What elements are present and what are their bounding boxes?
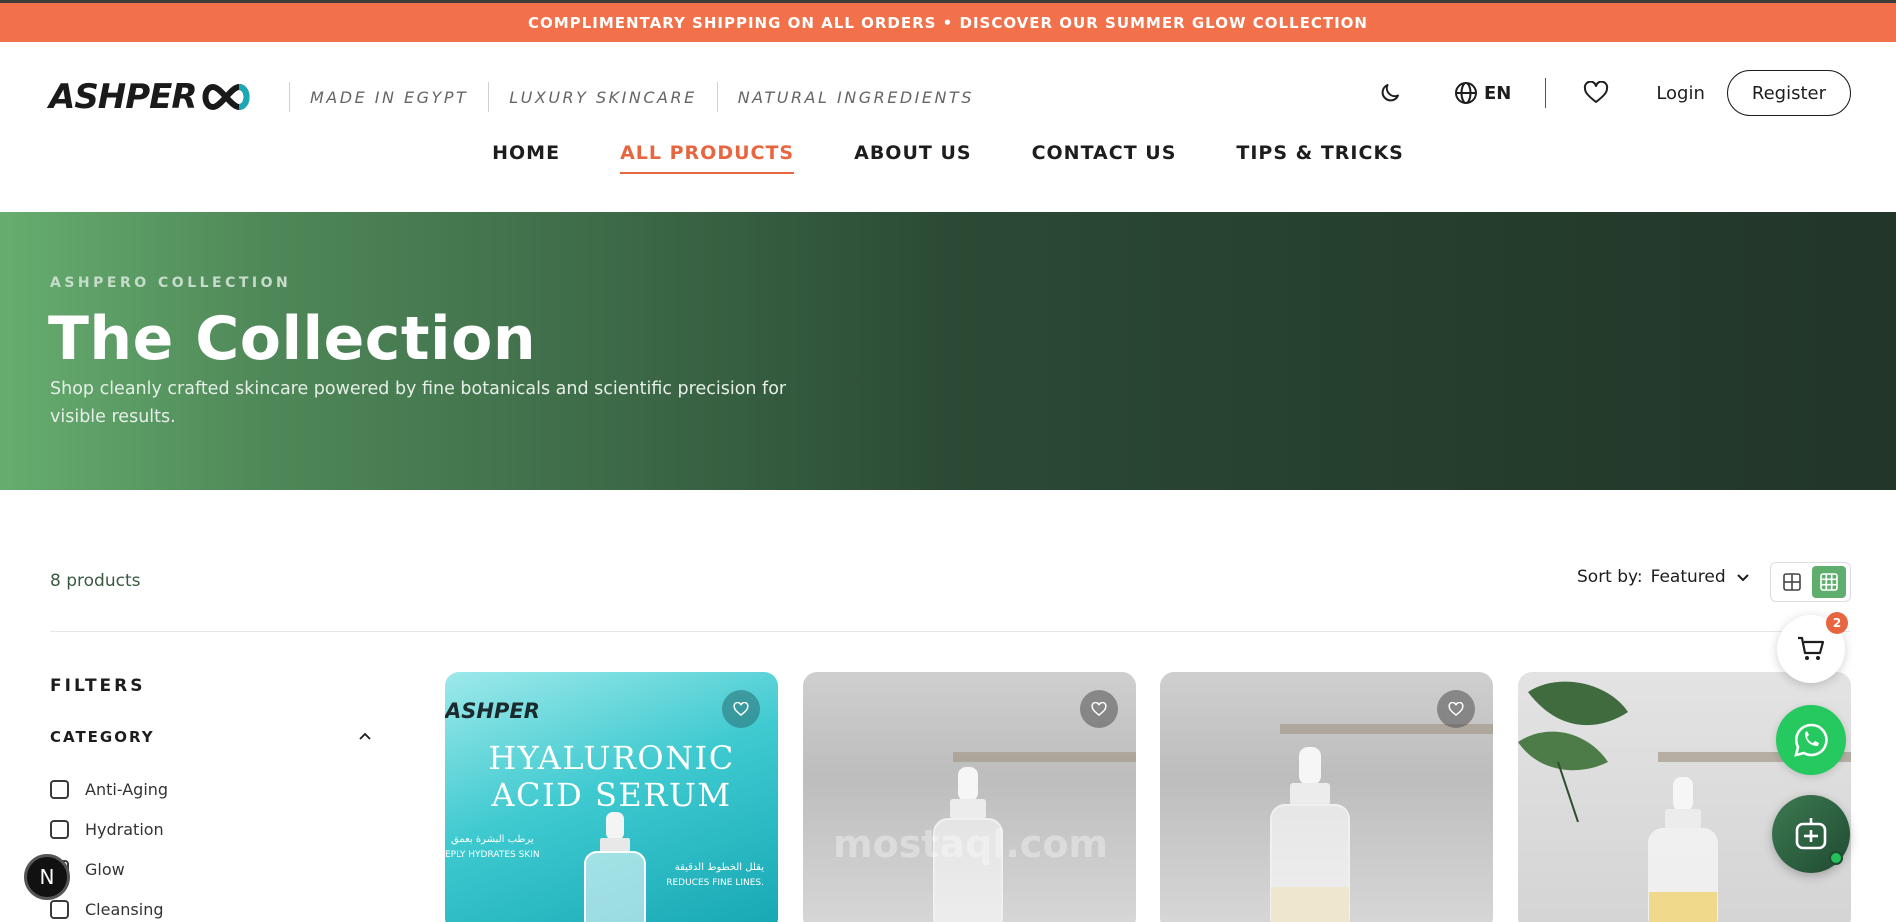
category-filter-hydration[interactable]: Hydration [50,809,168,849]
cart-icon [1798,636,1825,660]
grid-3-icon [1819,573,1838,591]
product-claim-english: EPLY HYDRATES SKIN [445,850,540,860]
watermark: mostaql.com [833,822,1109,866]
category-label: Anti-Aging [85,779,169,799]
sort-dropdown[interactable]: Sort by: Featured [1577,567,1750,587]
grid-2-view-button[interactable] [1775,566,1809,598]
nav-item-tips-tricks[interactable]: TIPS & TRICKS [1236,142,1403,174]
serum-bottle-image [584,812,646,922]
product-card[interactable] [1160,672,1493,922]
announcement-text: COMPLIMENTARY SHIPPING ON ALL ORDERS • D… [528,13,1368,32]
product-title-line: ACID SERUM [491,776,732,814]
category-label: Glow [85,859,125,879]
brand-logo[interactable]: ASHPER [49,72,253,122]
product-image-title: HYALURONIC ACID SERUM [445,740,778,814]
wishlist-toggle[interactable] [1080,690,1118,728]
product-brand-logo: ASHPER [445,699,540,723]
bot-icon [1795,818,1827,850]
nav-item-all-products[interactable]: ALL PRODUCTS [620,142,795,174]
tagline: NATURAL INGREDIENTS [716,82,994,112]
cart-count-badge: 2 [1826,612,1848,634]
register-button[interactable]: Register [1726,70,1851,116]
checkbox[interactable] [50,779,69,799]
heart-icon [733,701,749,716]
serum-bottle-image [1648,777,1718,922]
category-filter-cleansing[interactable]: Cleansing [50,889,168,922]
divider [50,631,1850,632]
taglines: MADE IN EGYPT LUXURY SKINCARE NATURAL IN… [289,78,994,116]
grid-3-view-button[interactable] [1811,566,1846,598]
logo-text: ASHPER [49,77,198,117]
theme-toggle-button[interactable] [1370,73,1410,113]
header-actions: EN Login Register [1370,70,1851,116]
n-badge-button[interactable]: N [24,854,70,900]
view-toggle [1770,562,1851,602]
login-link[interactable]: Login [1656,83,1705,104]
nav-item-about-us[interactable]: ABOUT US [854,142,971,174]
language-label: EN [1483,82,1512,104]
category-title: CATEGORY [50,728,155,746]
category-accordion-header[interactable]: CATEGORY [50,728,372,746]
hero-kicker: ASHPERO COLLECTION [50,275,292,291]
sort-value: Featured [1650,567,1726,587]
infinity-logo-icon [202,83,250,111]
serum-bottle-image [1270,747,1350,922]
divider [1545,78,1547,108]
product-card[interactable]: mostaql.com [803,672,1136,922]
wishlist-toggle[interactable] [1437,690,1475,728]
tagline: LUXURY SKINCARE [488,82,716,112]
announcement-bar: COMPLIMENTARY SHIPPING ON ALL ORDERS • D… [0,0,1896,42]
wishlist-toggle[interactable] [722,690,760,728]
product-claim-arabic: يرطب البشرة بعمق [451,834,534,845]
chevron-down-icon [1736,574,1749,582]
heart-icon [1584,81,1609,103]
checkbox[interactable] [50,819,69,839]
heart-icon [1091,701,1107,716]
category-list: Anti-Aging Hydration Glow Cleansing [50,769,168,922]
product-claim-arabic: يقلل الخطوط الدقيقة [674,862,764,873]
sort-label: Sort by: [1577,567,1643,587]
plant-leaf-image [1518,681,1628,822]
online-status-dot [1829,851,1843,865]
register-label: Register [1751,82,1826,104]
main-nav: HOME ALL PRODUCTS ABOUT US CONTACT US TI… [0,142,1896,174]
chevron-up-icon [359,732,371,740]
whatsapp-icon [1794,723,1828,757]
category-label: Cleansing [85,899,164,919]
hero-subtitle: Shop cleanly crafted skincare powered by… [50,379,787,427]
hero-banner: ASHPERO COLLECTION The Collection Shop c… [0,212,1896,490]
nav-item-home[interactable]: HOME [492,142,560,174]
checkbox[interactable] [50,899,69,919]
hero-title: The Collection [48,304,537,374]
page: COMPLIMENTARY SHIPPING ON ALL ORDERS • D… [0,0,1896,922]
wishlist-button[interactable] [1576,73,1616,113]
nav-item-contact-us[interactable]: CONTACT US [1032,142,1177,174]
language-selector[interactable]: EN [1454,81,1511,105]
moon-icon [1381,84,1399,102]
product-title-line: HYALURONIC [488,739,735,777]
product-count: 8 products [50,571,141,591]
category-filter-anti-aging[interactable]: Anti-Aging [50,769,168,809]
header: ASHPER MADE IN EGYPT LUXURY SKINCARE NAT… [0,42,1896,142]
heart-icon [1448,701,1464,716]
product-card[interactable]: ASHPER HYALURONIC ACID SERUM يرطب البشرة… [445,672,778,922]
category-label: Hydration [85,819,164,839]
globe-icon [1454,82,1477,104]
grid-2-icon [1783,573,1802,591]
product-claim-english: REDUCES FINE LINES. [666,878,764,888]
whatsapp-button[interactable] [1776,705,1846,775]
tagline: MADE IN EGYPT [289,82,488,112]
shelf-image [953,752,1136,762]
filters-title: FILTERS [50,676,146,696]
